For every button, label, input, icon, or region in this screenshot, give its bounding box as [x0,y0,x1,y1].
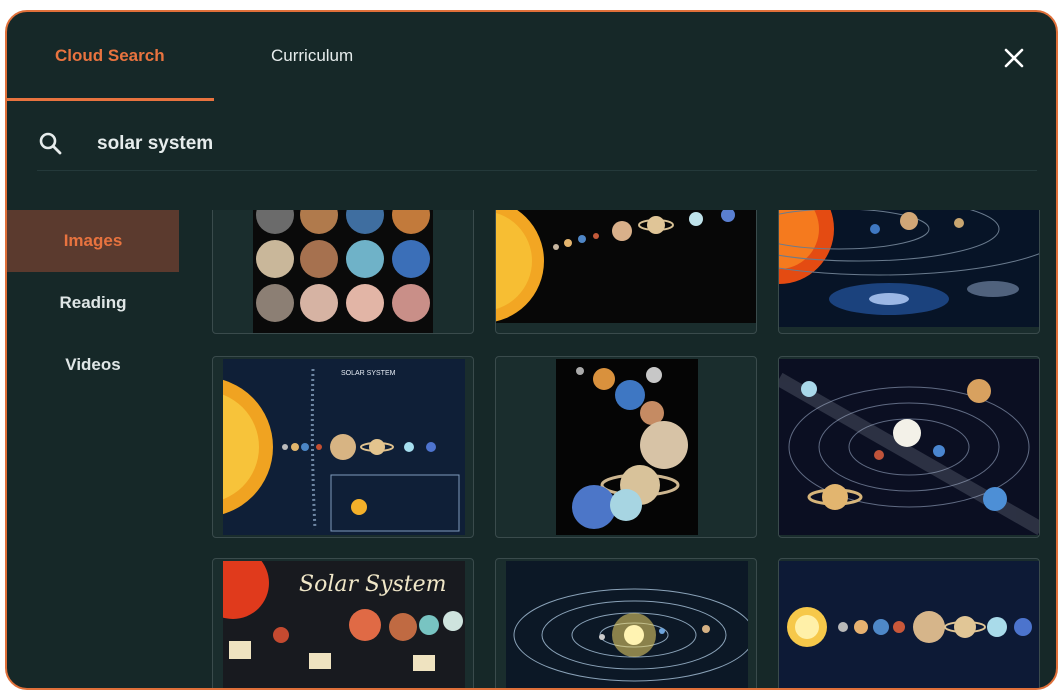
tab-curriculum[interactable]: Curriculum [271,46,353,66]
close-icon[interactable] [1002,46,1026,70]
planet-grid-thumbnail [253,210,433,333]
tab-bar: Cloud Search Curriculum [7,12,1056,102]
tab-cloud-search[interactable]: Cloud Search [55,46,165,66]
sun-planets-thumbnail [496,210,756,323]
category-images[interactable]: Images [7,210,179,272]
search-bar [37,124,1037,171]
search-icon[interactable] [37,130,65,158]
orbits-sun-thumbnail [779,210,1039,327]
image-result-orbits-sun[interactable] [778,210,1040,334]
image-result-solar-system-infographic[interactable]: SOLAR SYSTEM [212,356,474,538]
vertical-planets-thumbnail [556,359,698,535]
image-result-vertical-planets[interactable] [495,356,757,538]
image-results-grid: SOLAR SYSTEM Solar System [212,210,1042,688]
search-input[interactable] [95,126,699,162]
image-result-planet-grid[interactable] [212,210,474,334]
image-result-sun-planets[interactable] [495,210,757,334]
image-result-galaxy-orbits[interactable] [778,356,1040,538]
category-videos[interactable]: Videos [7,334,179,396]
planets-row-thumbnail [779,561,1039,688]
image-result-sun-centered-orbits[interactable] [495,558,757,688]
poster-title: Solar System [299,572,447,597]
infographic-title: SOLAR SYSTEM [341,370,396,377]
category-reading[interactable]: Reading [7,272,179,334]
infographic-thumbnail: SOLAR SYSTEM [223,359,465,535]
image-result-planets-row[interactable] [778,558,1040,688]
galaxy-orbits-thumbnail [779,359,1039,535]
active-tab-indicator [7,98,214,101]
poster-thumbnail: Solar System [223,561,465,688]
image-result-solar-system-poster[interactable]: Solar System [212,558,474,688]
cloud-search-dialog: Cloud Search Curriculum Images Reading V… [5,10,1058,690]
centered-orbits-thumbnail [506,561,748,688]
category-list: Images Reading Videos [7,210,179,396]
